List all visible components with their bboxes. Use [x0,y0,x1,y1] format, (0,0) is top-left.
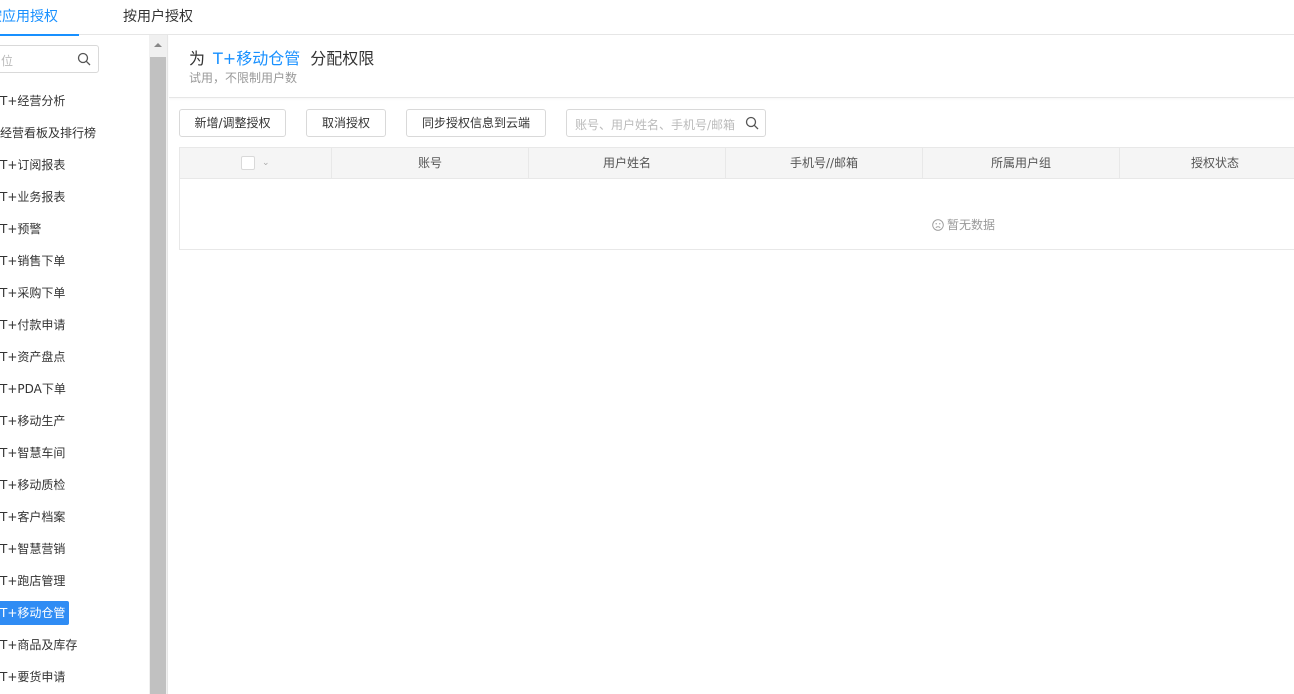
column-header-auth-status[interactable]: 授权状态 [1120,148,1294,179]
add-adjust-auth-button[interactable]: 新增/调整授权 [179,109,286,137]
app-sidebar: 位 T+经营分析经营看板及排行榜 T+订阅报表 T+业务报表 T+预警 T+销售下单 T+… [0,35,168,694]
sidebar-search-placeholder: 位 [1,54,14,68]
tab-by-app[interactable]: 按应用授权 [0,0,79,36]
page-title: 为 T+移动仓管 分配权限 [189,45,374,69]
sidebar-scrollbar[interactable] [149,35,167,694]
sidebar-item[interactable]: T+预警 [0,217,45,241]
sad-face-icon [932,219,944,231]
sidebar-item[interactable]: T+订阅报表 [0,153,69,177]
sidebar-item[interactable]: T+跑店管理 [0,569,69,593]
scrollbar-thumb[interactable] [150,57,166,694]
sidebar-item[interactable]: T+业务报表 [0,185,69,209]
select-all-cell: ⌄ [180,148,332,179]
sidebar-item[interactable]: T+移动仓管 [0,601,70,625]
sidebar-item[interactable]: T+经营分析 [0,89,69,113]
auth-table: ⌄ 账号 用户姓名 手机号//邮箱 所属用户组 授权状态 暂无数据 [179,147,1294,250]
title-prefix: 为 [189,49,206,68]
empty-message: 暂无数据 [932,216,995,233]
main-panel: 为 T+移动仓管 分配权限 试用，不限制用户数 新增/调整授权 取消授权 同步授权信… [169,35,1294,694]
page-subtitle: 试用，不限制用户数 [189,71,298,85]
sidebar-item[interactable]: T+商品及库存 [0,633,81,657]
sidebar-item[interactable]: T+销售下单 [0,249,69,273]
sidebar-item[interactable]: T+资产盘点 [0,345,69,369]
sidebar-item[interactable]: T+智慧车间 [0,441,69,465]
sidebar-item[interactable]: T+付款申请 [0,313,69,337]
column-header-user-group[interactable]: 所属用户组 [923,148,1120,179]
sidebar-item[interactable]: T+客户档案 [0,505,69,529]
table-header: ⌄ 账号 用户姓名 手机号//邮箱 所属用户组 授权状态 [180,148,1294,179]
chevron-down-icon[interactable]: ⌄ [262,148,270,178]
sidebar-item[interactable]: T+要货申请 [0,665,69,689]
user-search-placeholder: 账号、用户姓名、手机号/邮箱 [575,118,736,132]
title-app-name: T+移动仓管 [213,49,301,68]
sidebar-item[interactable]: T+PDA下单 [0,377,70,401]
sidebar-item[interactable]: T+采购下单 [0,281,69,305]
tab-by-user[interactable]: 按用户授权 [123,0,193,35]
column-header-phone-email[interactable]: 手机号//邮箱 [726,148,923,179]
empty-text: 暂无数据 [947,218,996,232]
sync-to-cloud-button[interactable]: 同步授权信息到云端 [406,109,546,137]
page-header: 为 T+移动仓管 分配权限 试用，不限制用户数 [169,35,1294,98]
column-header-username[interactable]: 用户姓名 [529,148,726,179]
search-icon[interactable] [77,52,91,66]
sidebar-item[interactable]: 经营看板及排行榜 [0,121,100,145]
title-suffix: 分配权限 [310,49,375,68]
cancel-auth-button[interactable]: 取消授权 [306,109,386,137]
column-header-account[interactable]: 账号 [332,148,529,179]
user-search-input[interactable]: 账号、用户姓名、手机号/邮箱 [566,109,766,137]
sidebar-item[interactable]: T+移动生产 [0,409,69,433]
sidebar-item[interactable]: T+移动质检 [0,473,69,497]
table-empty-state: 暂无数据 [180,179,1294,249]
scroll-up-arrow[interactable] [149,35,167,55]
sidebar-search-input[interactable]: 位 [0,45,99,73]
sidebar-item[interactable]: T+智慧营销 [0,537,69,561]
select-all-checkbox[interactable] [241,156,255,170]
top-tab-bar: 按应用授权 按用户授权 [0,0,1294,36]
search-icon[interactable] [745,116,759,130]
